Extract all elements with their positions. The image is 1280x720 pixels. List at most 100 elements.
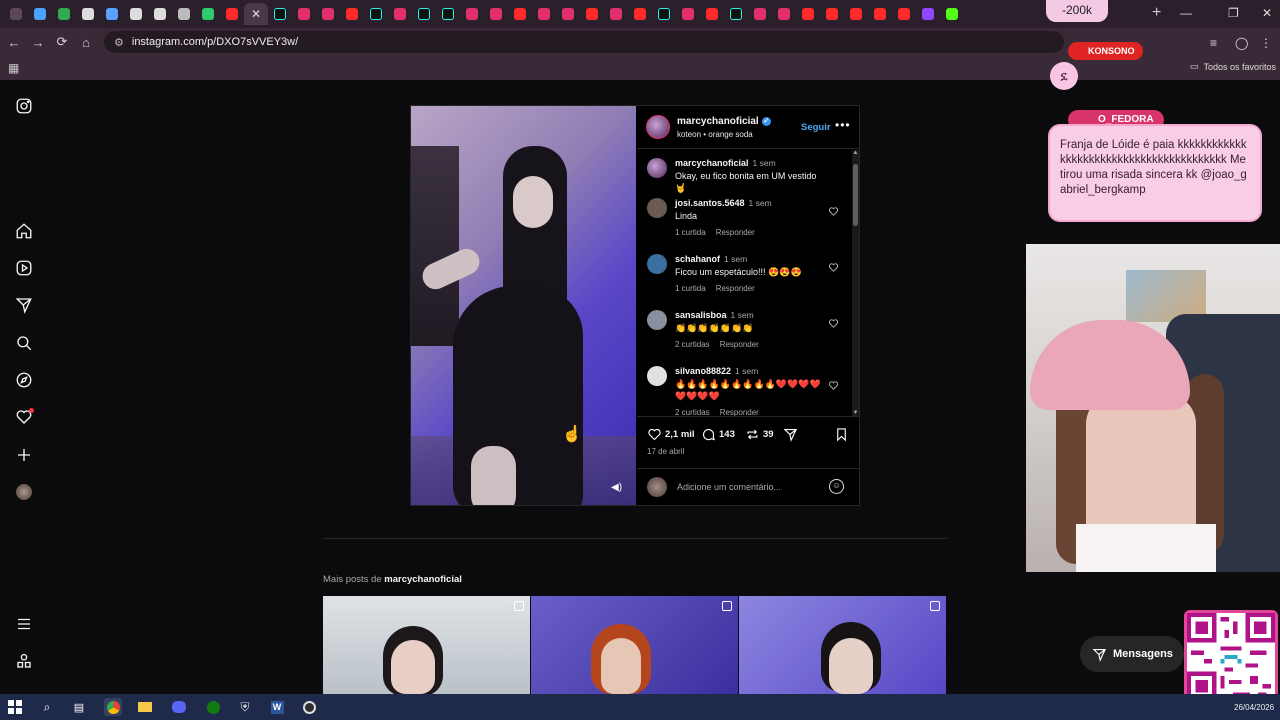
browser-tab[interactable] (4, 3, 28, 25)
more-post-thumbnail[interactable] (323, 596, 530, 694)
browser-tab[interactable] (388, 3, 412, 25)
reply-button[interactable]: Responder (720, 340, 759, 349)
repost-button[interactable]: 39 (745, 427, 774, 442)
browser-tab[interactable] (748, 3, 772, 25)
obs-icon[interactable] (300, 698, 318, 716)
caption-avatar[interactable] (647, 158, 667, 178)
commenter-username-link[interactable]: josi.santos.5648 1 sem (675, 198, 772, 208)
author-username-link[interactable]: marcychanoficial ✓ (677, 116, 771, 127)
browser-tab[interactable] (940, 3, 964, 25)
apps-grid-icon[interactable]: ▦ (8, 61, 19, 75)
browser-tab[interactable] (364, 3, 388, 25)
comment-likes[interactable]: 2 curtidas (675, 340, 710, 349)
back-button[interactable]: ← (2, 35, 26, 50)
direct-messages-icon[interactable] (14, 295, 34, 315)
browser-tab[interactable] (100, 3, 124, 25)
reply-button[interactable]: Responder (716, 284, 755, 293)
scroll-up-arrow-icon[interactable]: ▲ (852, 150, 859, 156)
browser-tab[interactable] (196, 3, 220, 25)
more-post-thumbnail[interactable] (531, 596, 738, 694)
site-info-icon[interactable]: ⚙ (114, 36, 124, 49)
active-tab[interactable]: ✕ (244, 3, 268, 25)
minimize-button[interactable]: — (1180, 6, 1192, 20)
browser-tab[interactable] (724, 3, 748, 25)
browser-tab[interactable] (316, 3, 340, 25)
browser-tab[interactable] (292, 3, 316, 25)
explore-icon[interactable] (14, 370, 34, 390)
browser-tab[interactable] (820, 3, 844, 25)
comments-scrollbar[interactable]: ▲ ▼ (852, 150, 859, 416)
reels-icon[interactable] (14, 258, 34, 278)
browser-tab[interactable] (844, 3, 868, 25)
commenter-username-link[interactable]: sansalisboa 1 sem (675, 310, 754, 320)
browser-tab[interactable] (628, 3, 652, 25)
search-icon[interactable] (14, 333, 34, 353)
caption-username-link[interactable]: marcychanoficial 1 sem (675, 158, 776, 168)
url-field[interactable]: ⚙ instagram.com/p/DXO7sVVEY3w/ (104, 31, 1064, 53)
post-video[interactable]: ◀) (411, 106, 636, 505)
file-explorer-icon[interactable] (136, 698, 154, 716)
post-date[interactable]: 17 de abril (647, 447, 684, 456)
system-date[interactable]: 26/04/2026 (1234, 703, 1274, 712)
audio-toggle-icon[interactable]: ◀) (611, 482, 622, 493)
window-close-button[interactable]: ✕ (1262, 6, 1272, 20)
reload-button[interactable]: ⟳ (50, 34, 74, 50)
browser-tab[interactable] (556, 3, 580, 25)
browser-tab[interactable] (268, 3, 292, 25)
browser-tab[interactable] (868, 3, 892, 25)
browser-tab[interactable] (460, 3, 484, 25)
chrome-taskbar-icon[interactable] (104, 698, 122, 716)
comment-input[interactable] (677, 479, 817, 495)
notifications-heart-icon[interactable] (14, 407, 34, 427)
also-from-meta-icon[interactable] (14, 651, 34, 671)
browser-tab[interactable] (340, 3, 364, 25)
browser-tab[interactable] (532, 3, 556, 25)
commenter-username-link[interactable]: silvano88822 1 sem (675, 366, 758, 376)
browser-tab[interactable] (124, 3, 148, 25)
windows-start-icon[interactable] (6, 698, 24, 716)
profile-avatar[interactable] (14, 482, 34, 502)
browser-tab[interactable] (52, 3, 76, 25)
comment-button[interactable]: 143 (701, 427, 735, 442)
browser-menu-icon[interactable]: ⋮ (1260, 36, 1272, 50)
more-posts-username[interactable]: marcychanoficial (384, 574, 462, 585)
word-icon[interactable]: W (268, 698, 286, 716)
browser-tab[interactable] (652, 3, 676, 25)
comments-list[interactable]: marcychanoficial 1 sem Okay, eu fico boni… (637, 150, 851, 416)
browser-tab[interactable] (148, 3, 172, 25)
browser-tab[interactable] (796, 3, 820, 25)
author-avatar[interactable] (646, 115, 670, 139)
browser-tab[interactable] (436, 3, 460, 25)
commenter-avatar[interactable] (647, 310, 667, 330)
forward-button[interactable]: → (26, 35, 50, 50)
browser-tab[interactable] (772, 3, 796, 25)
like-button[interactable]: 2,1 mil (647, 427, 695, 442)
browser-tab[interactable] (892, 3, 916, 25)
comment-likes[interactable]: 1 curtida (675, 228, 706, 237)
browser-tab[interactable] (580, 3, 604, 25)
browser-tab[interactable] (28, 3, 52, 25)
more-menu-icon[interactable] (14, 614, 34, 634)
commenter-avatar[interactable] (647, 198, 667, 218)
create-plus-icon[interactable] (14, 445, 34, 465)
emoji-picker-icon[interactable]: ☺ (829, 479, 844, 494)
taskbar-search-icon[interactable]: ⌕ (38, 698, 56, 716)
comment-likes[interactable]: 2 curtidas (675, 408, 710, 416)
comment-like-heart-icon[interactable] (828, 318, 839, 329)
comment-like-heart-icon[interactable] (828, 380, 839, 391)
more-options-icon[interactable]: ••• (835, 118, 851, 132)
reply-button[interactable]: Responder (716, 228, 755, 237)
browser-tab[interactable] (916, 3, 940, 25)
browser-tab[interactable] (676, 3, 700, 25)
discord-icon[interactable] (170, 698, 188, 716)
reading-list-icon[interactable]: ≡ (1210, 36, 1217, 50)
comment-like-heart-icon[interactable] (828, 206, 839, 217)
messages-button[interactable]: Mensagens (1080, 636, 1184, 672)
browser-tab[interactable] (172, 3, 196, 25)
commenter-username-link[interactable]: schahanof 1 sem (675, 254, 747, 264)
save-button[interactable] (834, 427, 849, 442)
share-button[interactable] (783, 427, 798, 442)
browser-tab[interactable] (220, 3, 244, 25)
browser-tab[interactable] (700, 3, 724, 25)
browser-tab[interactable] (76, 3, 100, 25)
